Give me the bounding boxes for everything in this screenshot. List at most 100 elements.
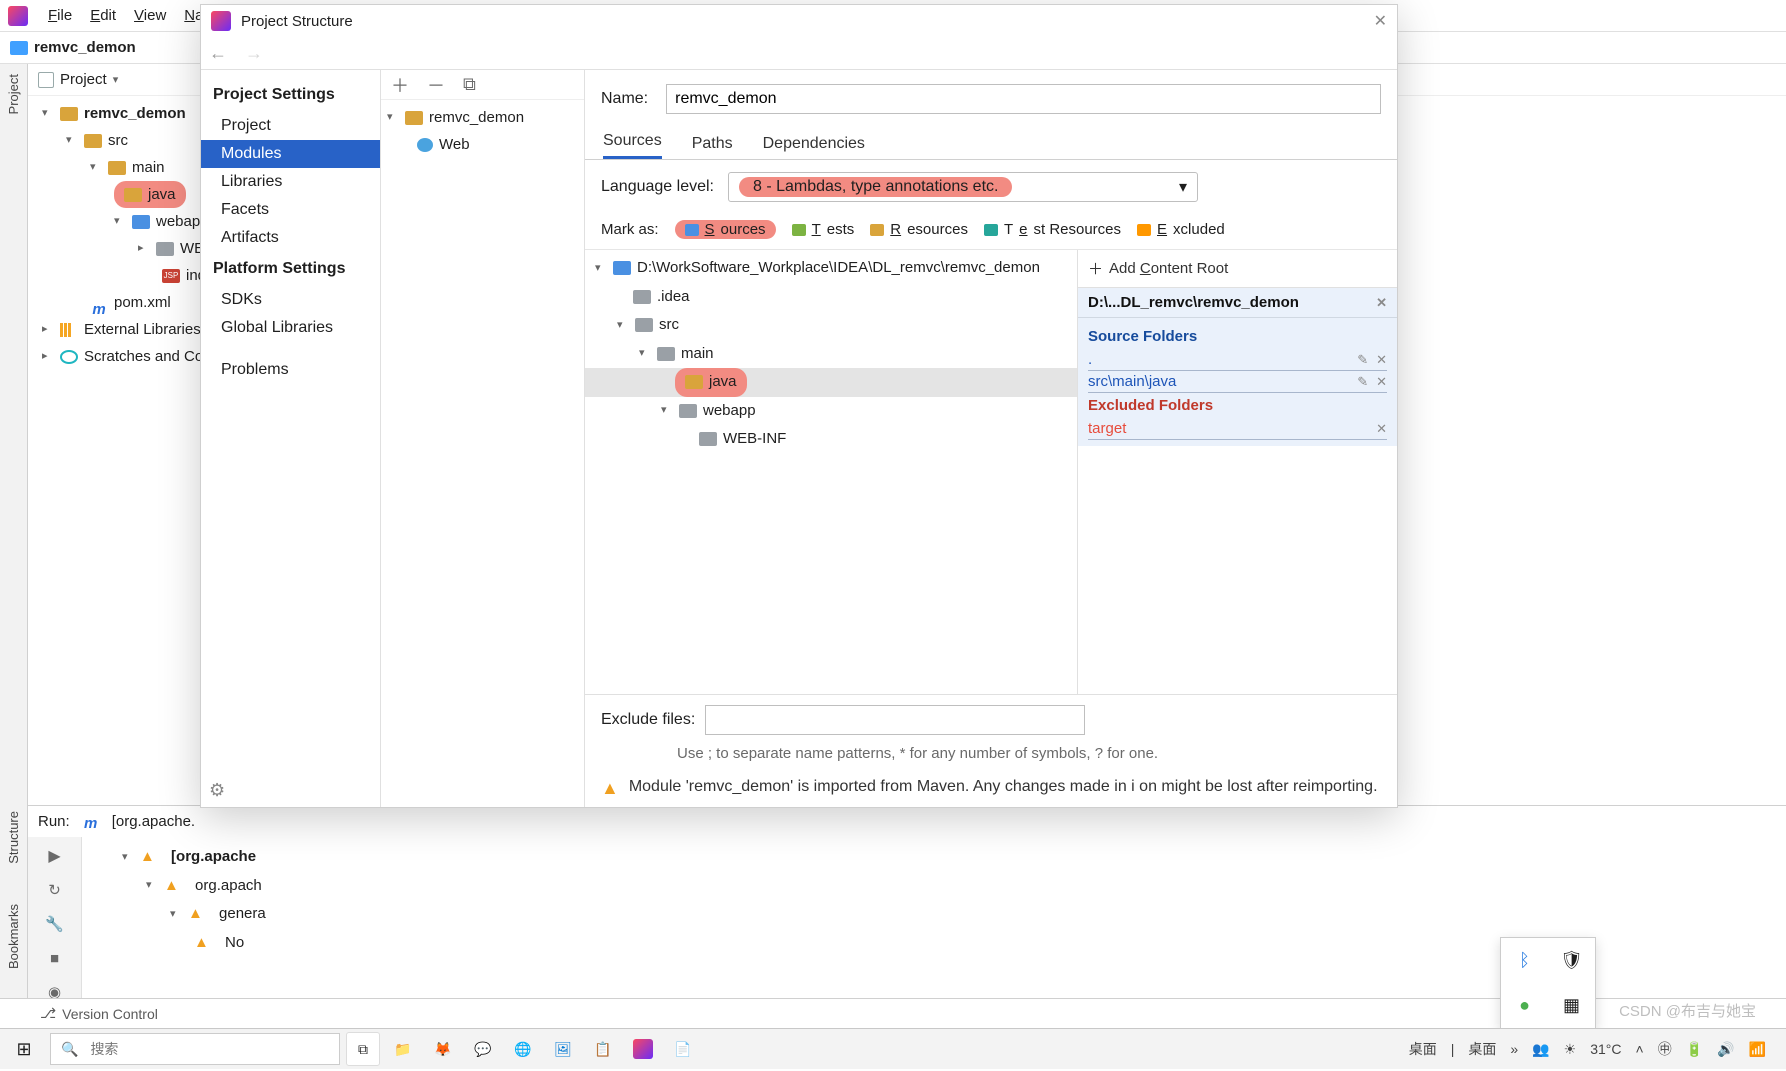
copy-icon[interactable]: ⧉ <box>463 74 476 95</box>
dialog-title: Project Structure <box>241 13 353 30</box>
dialog-nav: ← → <box>201 37 1397 69</box>
add-content-root-button[interactable]: ＋Add Content Root <box>1078 250 1397 288</box>
java-folder-selected[interactable]: java <box>585 368 1077 397</box>
close-icon[interactable]: ✕ <box>1376 295 1387 311</box>
app-icon[interactable]: 📋 <box>586 1032 620 1066</box>
chevron-down-icon[interactable]: ▾ <box>387 108 399 128</box>
sidebar-item-global-libraries[interactable]: Global Libraries <box>201 314 380 342</box>
volume-icon[interactable]: 🔊 <box>1717 1041 1734 1058</box>
chevron-down-icon[interactable]: ▾ <box>66 131 78 151</box>
people-icon[interactable]: 👥 <box>1532 1041 1549 1058</box>
sidebar-item-problems[interactable]: Problems <box>201 356 380 384</box>
desktop-label[interactable]: 桌面 <box>1468 1039 1496 1059</box>
mark-test-resources-button[interactable]: Test Resources <box>984 221 1121 238</box>
input-icon[interactable]: ㊥ <box>1658 1039 1672 1059</box>
menu-edit[interactable]: Edit <box>82 3 124 28</box>
wrench-icon[interactable]: 🔧 <box>46 915 64 933</box>
battery-icon[interactable]: 🔋 <box>1686 1041 1703 1058</box>
content-root-tree[interactable]: ▾D:\WorkSoftware_Workplace\IDEA\DL_remvc… <box>585 250 1077 694</box>
rail-structure[interactable]: Structure <box>6 811 21 864</box>
remove-icon[interactable]: － <box>427 72 445 98</box>
watermark: CSDN @布吉与她宝 <box>1619 1000 1756 1021</box>
dialog-titlebar[interactable]: Project Structure ✕ <box>201 5 1397 37</box>
exclude-files-input[interactable] <box>705 705 1085 735</box>
source-folder-row[interactable]: src\main\java✎✕ <box>1088 371 1387 393</box>
security-icon[interactable]: 🛡 <box>1548 938 1595 983</box>
chevron-down-icon[interactable]: ▾ <box>114 212 126 232</box>
chevron-down-icon[interactable]: ▾ <box>90 158 102 178</box>
wechat-icon[interactable]: 💬 <box>466 1032 500 1066</box>
temperature[interactable]: 31°C <box>1590 1041 1621 1057</box>
module-name-input[interactable] <box>666 84 1381 114</box>
excluded-folder-row[interactable]: target✕ <box>1088 418 1387 440</box>
sidebar-item-project[interactable]: Project <box>201 112 380 140</box>
app-icon[interactable]: 📄 <box>666 1032 700 1066</box>
modules-tree[interactable]: ▾remvc_demon Web <box>381 100 584 162</box>
menu-view[interactable]: View <box>126 3 174 28</box>
language-level-select[interactable]: 8 - Lambdas, type annotations etc. ▾ <box>728 172 1198 202</box>
project-icon <box>38 72 54 88</box>
add-icon[interactable]: ＋ <box>391 72 409 98</box>
menu-file[interactable]: FFileile <box>40 3 80 28</box>
chevron-right-icon[interactable]: ▸ <box>42 347 54 367</box>
taskbar-search[interactable]: 🔍搜索 <box>50 1033 340 1065</box>
module-folder-icon <box>60 107 78 121</box>
explorer-icon[interactable]: 📁 <box>386 1032 420 1066</box>
photos-icon[interactable]: 🖼 <box>546 1032 580 1066</box>
bluetooth-icon[interactable]: ᛒ <box>1501 938 1548 983</box>
mark-sources-button[interactable]: SSourcesources <box>675 220 776 239</box>
forward-icon[interactable]: → <box>245 43 263 64</box>
folder-icon <box>679 404 697 418</box>
windows-taskbar[interactable]: ⊞ 🔍搜索 ⧉ 📁 🦊 💬 🌐 🖼 📋 📄 桌面 | 桌面 » 👥 ☀ 31°C… <box>0 1028 1786 1069</box>
chevron-right-icon[interactable]: ▸ <box>42 320 54 340</box>
edit-icon[interactable]: ✎ <box>1357 352 1368 368</box>
sidebar-item-modules[interactable]: Modules <box>201 140 380 168</box>
more-icon[interactable]: » <box>1510 1041 1518 1057</box>
chevron-up-icon[interactable]: ˄ <box>1636 1041 1644 1057</box>
java-folder-highlight[interactable]: java <box>114 181 186 208</box>
run-button-icon[interactable]: ▶ <box>46 847 64 865</box>
source-folder-row[interactable]: .✎✕ <box>1088 349 1387 371</box>
tab-dependencies[interactable]: Dependencies <box>763 135 865 159</box>
back-icon[interactable]: ← <box>209 43 227 64</box>
weather-icon[interactable]: ☀ <box>1564 1041 1577 1058</box>
rail-project[interactable]: Project <box>6 74 21 114</box>
chevron-down-icon[interactable]: ▾ <box>113 73 119 86</box>
run-tool-header[interactable]: Run: m [org.apache. <box>28 805 1786 837</box>
close-icon[interactable]: ✕ <box>1376 421 1387 437</box>
chevron-down-icon[interactable]: ▾ <box>42 104 54 124</box>
breadcrumb-project[interactable]: remvc_demon <box>34 39 136 56</box>
taskview-icon[interactable]: ⧉ <box>346 1032 380 1066</box>
sidebar-item-facets[interactable]: Facets <box>201 196 380 224</box>
mark-excluded-button[interactable]: Excluded <box>1137 221 1225 238</box>
tray-popup[interactable]: ᛒ 🛡 ● ▦ <box>1500 937 1596 1029</box>
content-root-path[interactable]: D:\...DL_remvc\remvc_demon✕ <box>1078 288 1397 318</box>
settings-sidebar: Project Settings Project Modules Librari… <box>201 70 381 807</box>
tab-paths[interactable]: Paths <box>692 135 733 159</box>
project-structure-dialog: Project Structure ✕ ← → Project Settings… <box>200 4 1398 808</box>
chrome-icon[interactable]: 🌐 <box>506 1032 540 1066</box>
wifi-icon[interactable]: 📶 <box>1749 1041 1766 1058</box>
mark-resources-button[interactable]: Resources <box>870 221 968 238</box>
tree-root[interactable]: remvc_demon <box>84 100 186 127</box>
gear-icon[interactable]: ⚙ <box>209 780 225 801</box>
close-icon[interactable]: ✕ <box>1374 11 1387 31</box>
start-button[interactable]: ⊞ <box>0 1029 48 1069</box>
desktop-label[interactable]: 桌面 <box>1409 1039 1437 1059</box>
grid-icon[interactable]: ▦ <box>1548 983 1595 1028</box>
firefox-icon[interactable]: 🦊 <box>426 1032 460 1066</box>
edit-icon[interactable]: ✎ <box>1357 374 1368 390</box>
rail-bookmarks[interactable]: Bookmarks <box>6 904 21 969</box>
rerun-icon[interactable]: ↻ <box>46 881 64 899</box>
sidebar-item-sdks[interactable]: SDKs <box>201 286 380 314</box>
chevron-right-icon[interactable]: ▸ <box>138 239 150 259</box>
close-icon[interactable]: ✕ <box>1376 352 1387 368</box>
intellij-icon[interactable] <box>626 1032 660 1066</box>
wechat-icon[interactable]: ● <box>1501 983 1548 1028</box>
mark-tests-button[interactable]: Tests <box>792 221 855 238</box>
stop-icon[interactable]: ■ <box>46 949 64 967</box>
close-icon[interactable]: ✕ <box>1376 374 1387 390</box>
sidebar-item-libraries[interactable]: Libraries <box>201 168 380 196</box>
tab-sources[interactable]: Sources <box>603 132 662 159</box>
sidebar-item-artifacts[interactable]: Artifacts <box>201 224 380 252</box>
